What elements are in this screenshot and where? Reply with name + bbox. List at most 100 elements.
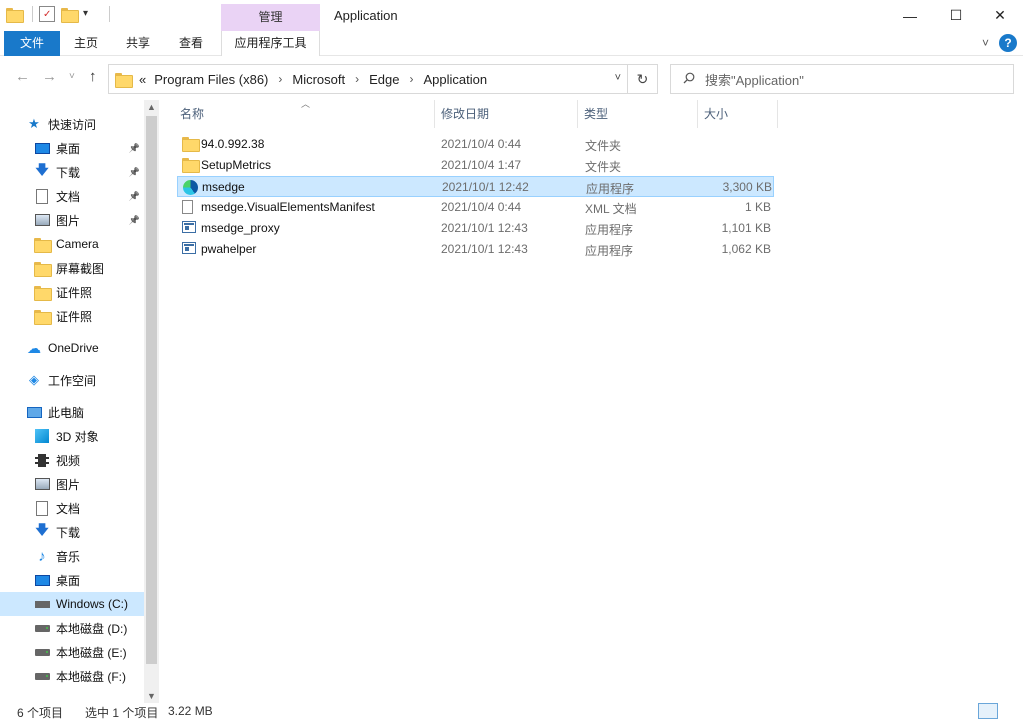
file-row[interactable]: pwahelper 2021/10/1 12:43 应用程序 1,062 KB xyxy=(177,239,774,260)
breadcrumb-chevron-icon[interactable]: › xyxy=(355,72,359,86)
tab-share[interactable]: 共享 xyxy=(116,31,160,56)
nav-item[interactable]: Camera xyxy=(0,232,144,256)
folder-icon xyxy=(34,260,52,277)
properties-icon[interactable]: ✓ xyxy=(39,6,55,22)
breadcrumb-chevron-icon[interactable]: › xyxy=(409,72,413,86)
folder-icon xyxy=(6,7,24,23)
nav-item[interactable]: 此电脑 xyxy=(0,400,144,424)
maximize-button[interactable]: ☐ xyxy=(933,0,979,31)
3d-objects-icon xyxy=(34,428,50,444)
back-button[interactable]: ← xyxy=(15,68,30,85)
nav-item[interactable]: 本地磁盘 (E:) xyxy=(0,640,144,664)
nav-item[interactable]: ◈ 工作空间 xyxy=(0,368,144,392)
nav-item-label: 快速访问 xyxy=(48,117,97,132)
scroll-up-button[interactable]: ▲ xyxy=(144,100,159,114)
address-bar[interactable]: « Program Files (x86) › Microsoft › Edge… xyxy=(108,64,658,94)
nav-item[interactable]: 文档 xyxy=(0,496,144,520)
status-selection: 选中 1 个项目 xyxy=(85,706,159,719)
nav-item[interactable]: 本地磁盘 (F:) xyxy=(0,664,144,688)
pin-icon[interactable]: 📌 xyxy=(129,215,140,226)
help-icon[interactable]: ? xyxy=(999,34,1017,52)
column-header-type[interactable]: 类型 xyxy=(579,100,698,128)
picture-icon xyxy=(34,476,50,492)
tab-file[interactable]: 文件 xyxy=(4,31,60,56)
contextual-tab-group-manage[interactable]: 管理 xyxy=(221,4,320,31)
nav-item[interactable]: 视频 xyxy=(0,448,144,472)
details-view-button[interactable] xyxy=(978,703,998,719)
tab-home[interactable]: 主页 xyxy=(64,31,108,56)
nav-item-label: 工作空间 xyxy=(48,373,97,388)
navigation-pane: ★ 快速访问 桌面 📌 🡇 下载 📌 文档 📌 图片 📌 Camera 屏幕截图 证件照 证件照 ☁ OneDr… xyxy=(0,100,159,703)
customize-toolbar-icon[interactable]: ▾ xyxy=(83,6,99,22)
scroll-thumb[interactable] xyxy=(146,116,157,664)
search-icon xyxy=(683,72,695,87)
column-header-size[interactable]: 大小 xyxy=(699,100,778,128)
up-button[interactable]: ↑ xyxy=(89,68,97,85)
nav-item-label: 本地磁盘 (F:) xyxy=(56,669,126,684)
nav-item-label: 桌面 xyxy=(56,573,81,588)
file-row[interactable]: 94.0.992.38 2021/10/4 0:44 文件夹 xyxy=(177,134,774,155)
tab-view[interactable]: 查看 xyxy=(169,31,213,56)
file-date-modified: 2021/10/1 12:43 xyxy=(441,242,528,256)
breadcrumb-program-files[interactable]: Program Files (x86) xyxy=(154,72,268,87)
nav-item-label: 3D 对象 xyxy=(56,429,99,444)
close-button[interactable]: ✕ xyxy=(977,0,1023,31)
drive-icon xyxy=(34,620,50,636)
new-folder-icon[interactable] xyxy=(61,7,79,23)
folder-icon xyxy=(34,284,52,301)
breadcrumb-edge[interactable]: Edge xyxy=(369,72,399,87)
breadcrumb-chevron-icon[interactable]: › xyxy=(278,72,282,86)
ribbon-collapse-icon[interactable]: ˅ xyxy=(982,36,989,50)
nav-item[interactable]: 文档 📌 xyxy=(0,184,144,208)
nav-item-label: 本地磁盘 (D:) xyxy=(56,621,128,636)
address-dropdown-icon[interactable]: ˅ xyxy=(615,72,621,84)
file-date-modified: 2021/10/1 12:43 xyxy=(441,221,528,235)
file-size: 1 KB xyxy=(744,200,771,214)
file-size: 1,101 KB xyxy=(721,221,771,235)
forward-button[interactable]: → xyxy=(42,68,57,85)
pin-icon[interactable]: 📌 xyxy=(129,167,140,178)
music-icon: ♪ xyxy=(38,547,46,565)
recent-locations-button[interactable]: ˅ xyxy=(69,71,75,82)
search-placeholder[interactable]: 搜索"Application" xyxy=(705,70,804,89)
file-row[interactable]: msedge.VisualElementsManifest 2021/10/4 0… xyxy=(177,197,774,218)
toolbar-separator xyxy=(109,6,110,22)
column-header-date-modified[interactable]: 修改日期 xyxy=(436,100,578,128)
file-row[interactable]: msedge 2021/10/1 12:42 应用程序 3,300 KB xyxy=(177,176,774,197)
nav-item[interactable]: Windows (C:) xyxy=(0,592,144,616)
nav-item[interactable]: ♪ 音乐 xyxy=(0,544,144,568)
nav-item[interactable]: 桌面 xyxy=(0,568,144,592)
nav-item[interactable]: 屏幕截图 xyxy=(0,256,144,280)
file-row[interactable]: msedge_proxy 2021/10/1 12:43 应用程序 1,101 KB xyxy=(177,218,774,239)
nav-item[interactable]: 桌面 📌 xyxy=(0,136,144,160)
refresh-button[interactable]: ↻ xyxy=(627,65,657,93)
nav-item[interactable]: 证件照 xyxy=(0,304,144,328)
nav-item[interactable]: 🡇 下载 xyxy=(0,520,144,544)
pin-icon[interactable]: 📌 xyxy=(129,143,140,154)
breadcrumb-application[interactable]: Application xyxy=(423,72,487,87)
nav-item[interactable]: ★ 快速访问 xyxy=(0,112,144,136)
tab-application-tools[interactable]: 应用程序工具 xyxy=(221,31,320,56)
breadcrumb-microsoft[interactable]: Microsoft xyxy=(292,72,345,87)
file-row[interactable]: SetupMetrics 2021/10/4 1:47 文件夹 xyxy=(177,155,774,176)
nav-item[interactable]: 证件照 xyxy=(0,280,144,304)
nav-item[interactable]: ☁ OneDrive xyxy=(0,336,144,360)
pin-icon[interactable]: 📌 xyxy=(129,191,140,202)
file-list: ︿ 名称 修改日期 类型 大小 94.0.992.38 2021/10/4 0:4… xyxy=(175,99,1023,703)
nav-item[interactable]: 3D 对象 xyxy=(0,424,144,448)
minimize-button[interactable]: — xyxy=(887,0,933,31)
document-icon xyxy=(34,188,50,204)
search-box[interactable]: 搜索"Application" xyxy=(670,64,1014,94)
nav-item[interactable]: 图片 📌 xyxy=(0,208,144,232)
large-icons-view-button[interactable] xyxy=(1001,703,1021,719)
nav-item[interactable]: 本地磁盘 (D:) xyxy=(0,616,144,640)
file-type: 应用程序 xyxy=(586,182,635,196)
nav-item-label: 图片 xyxy=(56,213,81,228)
navigation-scrollbar[interactable]: ▲ ▼ xyxy=(144,100,159,703)
breadcrumb-overflow[interactable]: « xyxy=(139,72,146,87)
column-header-name[interactable]: 名称 xyxy=(175,100,435,128)
nav-item[interactable]: 图片 xyxy=(0,472,144,496)
scroll-down-button[interactable]: ▼ xyxy=(144,689,159,703)
nav-item[interactable]: 🡇 下载 📌 xyxy=(0,160,144,184)
toolbar-separator xyxy=(32,6,33,22)
